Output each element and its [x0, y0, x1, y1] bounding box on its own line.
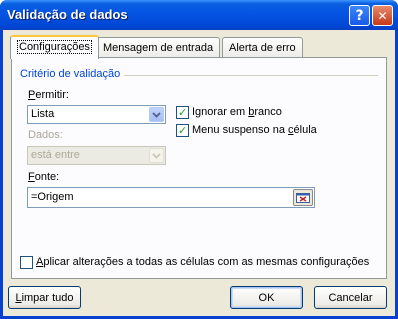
title-bar[interactable]: Validação de dados ? ✕: [0, 0, 398, 30]
clear-all-button[interactable]: Limpar tudo: [8, 286, 81, 309]
data-label: Dados:: [28, 129, 63, 141]
ignore-blank-label: Ignorar em branco: [192, 106, 282, 118]
tab-settings[interactable]: Configurações: [10, 35, 99, 59]
group-divider: [124, 75, 378, 76]
apply-all-label: Aplicar alterações a todas as células co…: [36, 256, 370, 268]
close-icon: ✕: [377, 8, 388, 23]
tab-label: Alerta de erro: [229, 42, 296, 54]
chevron-down-icon[interactable]: [149, 107, 164, 122]
data-select: está entre: [27, 146, 166, 165]
ok-button[interactable]: OK: [230, 286, 303, 309]
allow-select-value: Lista: [31, 108, 55, 120]
apply-all-checkbox[interactable]: [20, 256, 33, 269]
close-button[interactable]: ✕: [372, 5, 393, 26]
dialog-title: Validação de dados: [7, 7, 128, 22]
in-cell-dropdown-checkbox[interactable]: ✓: [176, 124, 189, 137]
source-input-value: =Origem: [31, 191, 74, 203]
chevron-down-icon: [149, 148, 164, 163]
cancel-label: Cancelar: [328, 291, 373, 304]
cancel-button[interactable]: Cancelar: [314, 286, 387, 309]
ignore-blank-checkbox[interactable]: ✓: [176, 106, 189, 119]
source-input[interactable]: =Origem: [27, 187, 315, 208]
allow-select[interactable]: Lista: [27, 105, 166, 124]
ok-label: OK: [258, 291, 275, 304]
dialog-client-area: Mensagem de entrada Alerta de erro Confi…: [3, 30, 395, 316]
help-icon: ?: [355, 7, 364, 24]
tab-input-message[interactable]: Mensagem de entrada: [96, 37, 221, 58]
data-select-value: está entre: [31, 149, 80, 161]
tab-error-alert[interactable]: Alerta de erro: [222, 37, 303, 58]
clear-all-label: Limpar tudo: [15, 291, 74, 304]
tab-label: Mensagem de entrada: [103, 42, 214, 54]
checkmark-icon: ✓: [178, 124, 188, 137]
dialog-window: Validação de dados ? ✕ Mensagem de entra…: [0, 0, 398, 319]
group-title: Critério de validação: [20, 68, 121, 80]
source-label: Fonte:: [28, 171, 60, 183]
collapse-dialog-icon[interactable]: [293, 189, 313, 206]
allow-label: Permitir:: [28, 89, 69, 101]
help-button[interactable]: ?: [349, 5, 370, 26]
in-cell-dropdown-label: Menu suspenso na célula: [192, 124, 317, 136]
checkmark-icon: ✓: [178, 106, 188, 119]
tab-label: Configurações: [17, 40, 92, 54]
settings-panel: Critério de validação Permitir: Lista ✓ …: [11, 57, 387, 279]
